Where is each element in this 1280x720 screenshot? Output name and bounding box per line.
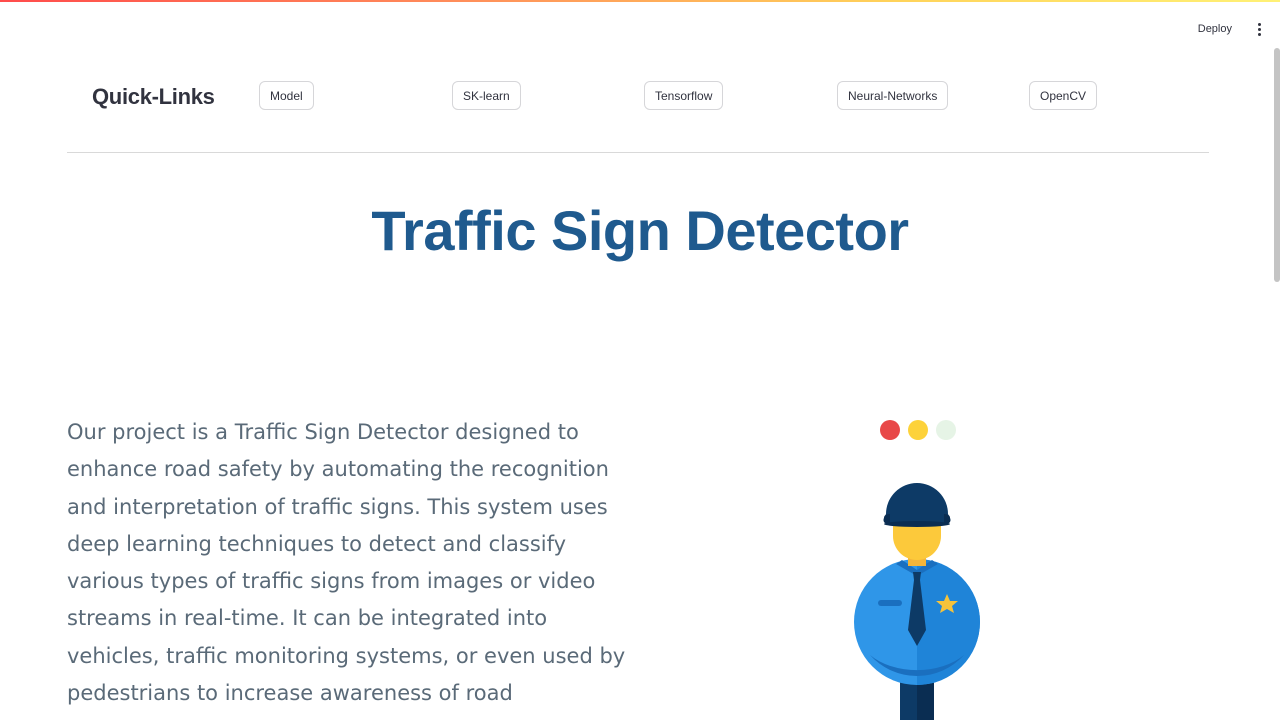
neural-networks-link-button[interactable]: Neural-Networks (837, 81, 949, 110)
app-header: Deploy (1192, 18, 1266, 40)
deploy-button[interactable]: Deploy (1192, 19, 1238, 39)
green-light-icon (936, 420, 956, 440)
quick-links-heading: Quick-Links (92, 84, 215, 109)
sklearn-link-button[interactable]: SK-learn (452, 81, 521, 110)
tensorflow-link-button[interactable]: Tensorflow (644, 81, 724, 110)
yellow-light-icon (908, 420, 928, 440)
opencv-link-button[interactable]: OpenCV (1029, 81, 1098, 110)
traffic-light-dots (880, 420, 956, 440)
red-light-icon (880, 420, 900, 440)
top-accent-bar (0, 0, 1280, 2)
model-link-button[interactable]: Model (259, 81, 314, 110)
page-title: Traffic Sign Detector (371, 199, 909, 262)
divider (67, 152, 1209, 153)
more-vertical-icon[interactable] (1252, 18, 1266, 40)
traffic-police-officer-icon (854, 483, 980, 720)
project-description: Our project is a Traffic Sign Detector d… (67, 420, 626, 706)
